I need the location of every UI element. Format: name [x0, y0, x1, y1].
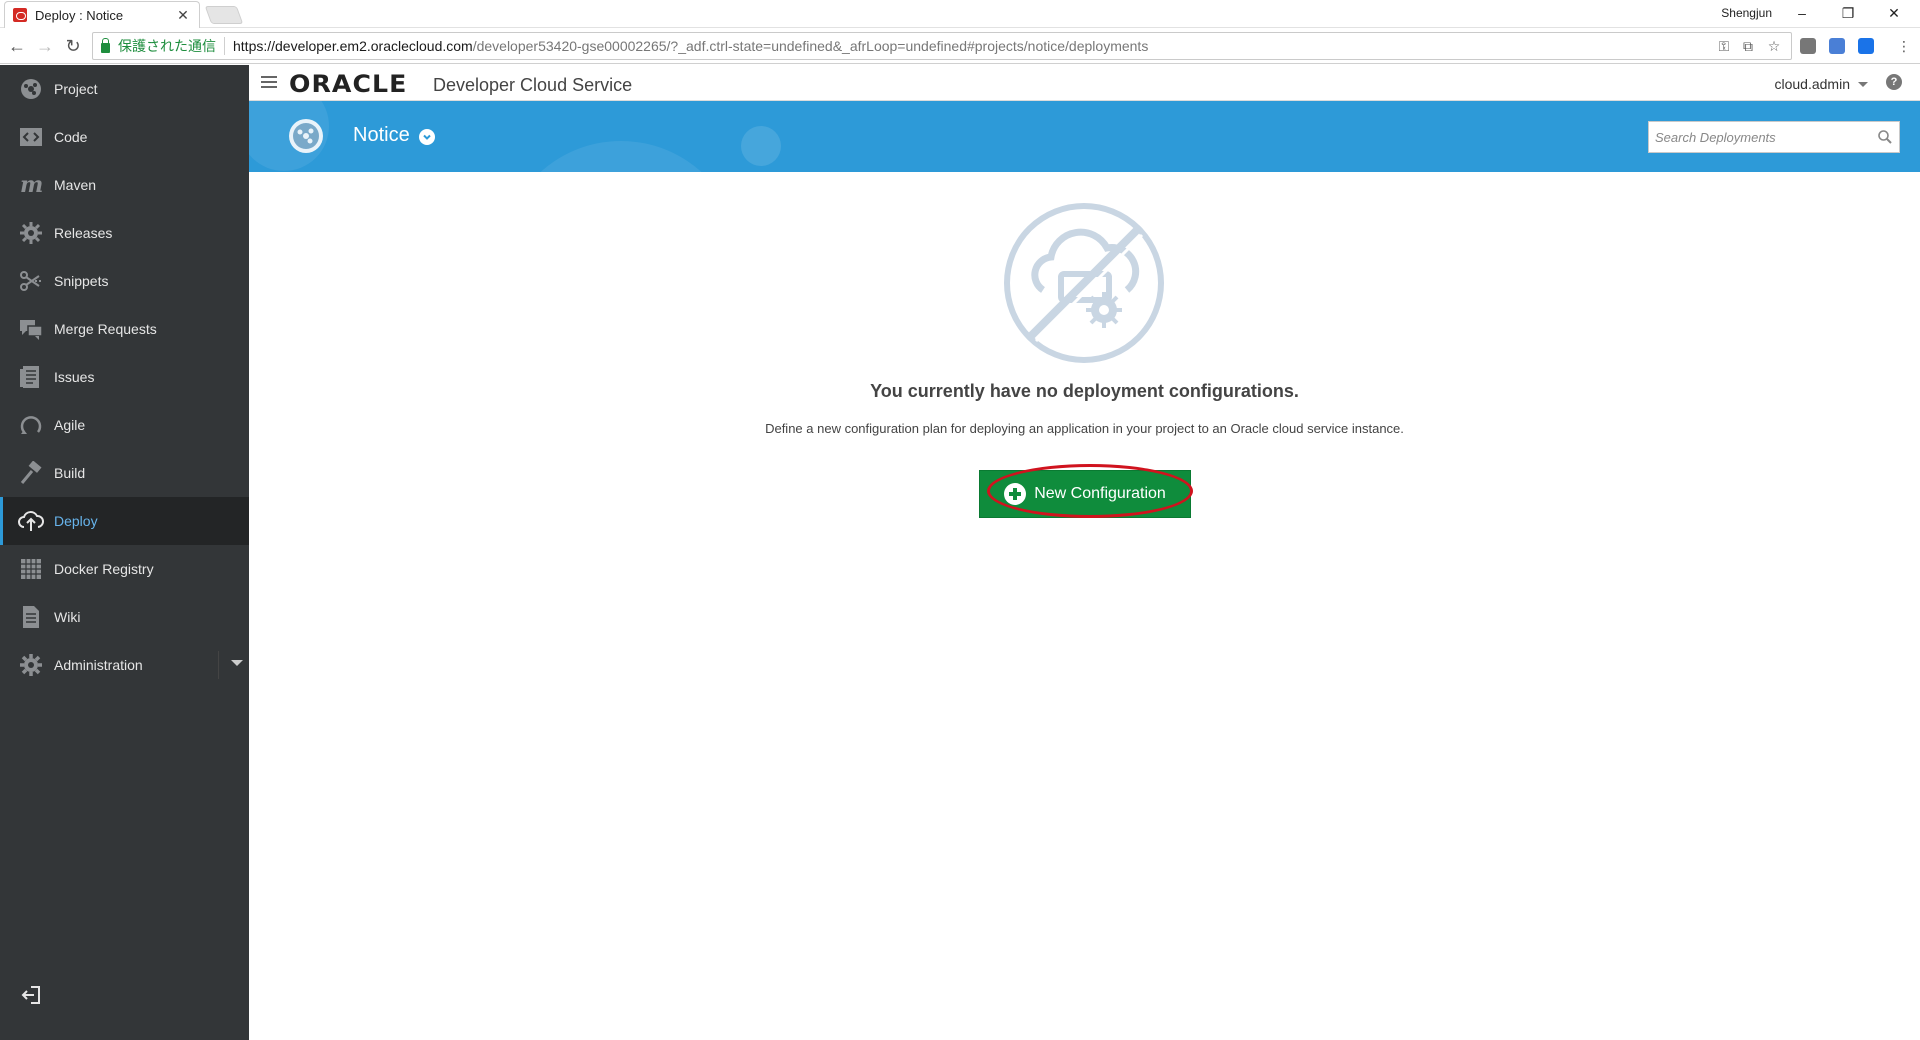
new-configuration-label: New Configuration — [1034, 485, 1166, 502]
releases-icon — [18, 220, 44, 246]
browser-tab-strip: Deploy : Notice ✕ Shengjun – ❐ ✕ — [0, 0, 1920, 28]
sidebar-item-wiki[interactable]: Wiki — [0, 593, 249, 641]
browser-menu-icon[interactable]: ⋮ — [1896, 38, 1912, 54]
search-deployments-box — [1648, 121, 1900, 153]
sidebar-item-label: Wiki — [54, 609, 81, 625]
sidebar-item-deploy[interactable]: Deploy — [0, 497, 249, 545]
sidebar-item-label: Snippets — [54, 273, 109, 289]
project-banner: Notice — [249, 101, 1920, 172]
user-menu[interactable]: cloud.admin — [1775, 76, 1851, 92]
lock-icon — [101, 37, 110, 53]
svg-text:m: m — [20, 173, 43, 197]
project-switch-chevron-icon[interactable] — [419, 129, 435, 145]
sidebar-item-label: Code — [54, 129, 88, 145]
hamburger-menu-icon[interactable] — [261, 76, 277, 88]
extension-blue-icon[interactable] — [1858, 38, 1874, 54]
logout-icon[interactable] — [20, 984, 42, 1006]
omnibox-separator — [224, 37, 225, 55]
code-icon — [18, 124, 44, 150]
sidebar-item-snippets[interactable]: Snippets — [0, 257, 249, 305]
app-header: ORACLE Developer Cloud Service cloud.adm… — [249, 65, 1920, 101]
sidebar-item-maven[interactable]: m Maven — [0, 161, 249, 209]
secure-label: 保護された通信 — [118, 38, 216, 54]
forward-icon[interactable]: → — [34, 35, 56, 57]
restore-icon[interactable]: ❐ — [1834, 3, 1862, 23]
administration-icon — [18, 652, 44, 678]
new-tab-button[interactable] — [204, 6, 244, 24]
translate-icon[interactable]: ⧉ — [1740, 38, 1756, 54]
sidebar-item-label: Administration — [54, 657, 143, 673]
sidebar-item-label: Issues — [54, 369, 95, 385]
build-icon — [18, 460, 44, 486]
sidebar-item-administration[interactable]: Administration — [0, 641, 249, 689]
search-icon[interactable] — [1877, 129, 1893, 145]
sidebar-item-label: Maven — [54, 177, 97, 193]
administration-separator — [218, 651, 219, 679]
sidebar-item-docker-registry[interactable]: Docker Registry — [0, 545, 249, 593]
url-host: https://developer.em2.oraclecloud.com — [233, 38, 473, 54]
reload-icon[interactable]: ↻ — [62, 35, 84, 57]
merge-requests-icon — [18, 316, 44, 342]
minimize-icon[interactable]: – — [1788, 3, 1816, 23]
url-input[interactable]: 保護された通信 https://developer.em2.oracleclou… — [92, 32, 1792, 60]
banner-decoration — [741, 126, 781, 166]
extension-icon[interactable] — [1800, 38, 1816, 54]
sidebar-item-project[interactable]: Project — [0, 65, 249, 113]
docker-registry-icon — [18, 556, 44, 582]
oracle-logo: ORACLE — [289, 70, 408, 98]
agile-icon — [18, 412, 44, 438]
sidebar-item-code[interactable]: Code — [0, 113, 249, 161]
chevron-down-icon[interactable] — [231, 660, 243, 666]
sidebar-item-releases[interactable]: Releases — [0, 209, 249, 257]
oracle-favicon-icon — [13, 8, 27, 22]
tab-title: Deploy : Notice — [35, 7, 124, 23]
google-translate-icon[interactable] — [1829, 38, 1845, 54]
project-icon — [18, 76, 44, 102]
sidebar-item-build[interactable]: Build — [0, 449, 249, 497]
no-deployments-illustration-icon — [1003, 202, 1165, 364]
bookmark-star-icon[interactable]: ☆ — [1766, 38, 1782, 54]
address-bar-row: ← → ↻ 保護された通信 https://developer.em2.orac… — [0, 28, 1920, 64]
sidebar-item-label: Agile — [54, 417, 86, 433]
deploy-icon — [18, 508, 44, 534]
sidebar-item-agile[interactable]: Agile — [0, 401, 249, 449]
sidebar-item-issues[interactable]: Issues — [0, 353, 249, 401]
profile-name[interactable]: Shengjun — [1721, 6, 1772, 20]
url-path: /developer53420-gse00002265/?_adf.ctrl-s… — [472, 38, 1149, 54]
user-menu-caret-icon[interactable] — [1858, 82, 1868, 87]
snippets-icon — [18, 268, 44, 294]
close-window-icon[interactable]: ✕ — [1880, 3, 1908, 23]
maven-icon: m — [18, 172, 44, 198]
sidebar-item-label: Deploy — [54, 513, 98, 529]
sidebar: Project Code m Maven Releases Snippets M… — [0, 65, 249, 1040]
product-name: Developer Cloud Service — [433, 75, 633, 95]
new-configuration-button[interactable]: New Configuration — [979, 470, 1191, 518]
project-name[interactable]: Notice — [353, 124, 410, 147]
plus-circle-icon — [1004, 483, 1027, 505]
empty-state-title: You currently have no deployment configu… — [870, 381, 1299, 401]
banner-decoration — [501, 141, 741, 172]
sidebar-item-merge-requests[interactable]: Merge Requests — [0, 305, 249, 353]
wiki-icon — [18, 604, 44, 630]
sidebar-item-label: Build — [54, 465, 86, 481]
search-input[interactable] — [1649, 122, 1869, 152]
browser-tab[interactable]: Deploy : Notice ✕ — [4, 1, 200, 28]
project-logo-icon — [289, 119, 323, 153]
empty-state-description: Define a new configuration plan for depl… — [765, 421, 1404, 436]
key-icon[interactable]: ⚿ — [1716, 38, 1732, 54]
tab-close-icon[interactable]: ✕ — [175, 7, 191, 24]
sidebar-item-label: Merge Requests — [54, 321, 157, 337]
sidebar-item-label: Releases — [54, 225, 113, 241]
issues-icon — [18, 364, 44, 390]
back-icon[interactable]: ← — [6, 35, 28, 57]
help-icon[interactable]: ? — [1886, 74, 1902, 90]
sidebar-item-label: Docker Registry — [54, 561, 154, 577]
sidebar-item-label: Project — [54, 81, 98, 97]
